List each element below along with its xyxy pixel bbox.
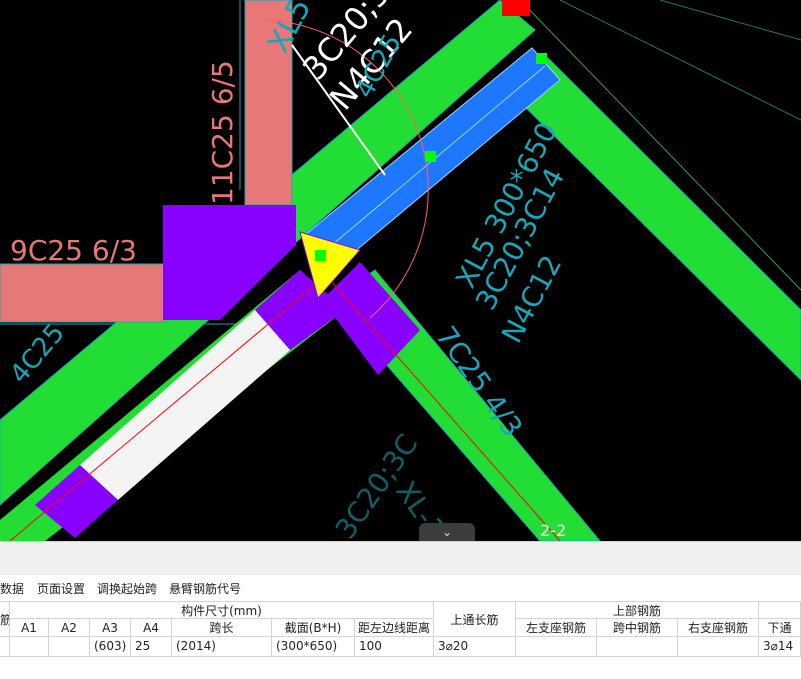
header-a2: A2 bbox=[49, 619, 90, 637]
section-mark: 2-2 bbox=[540, 521, 566, 540]
grip-start[interactable] bbox=[315, 250, 326, 261]
cell-top-continuous[interactable]: 3⌀20 bbox=[434, 637, 516, 657]
header-bottom-continuous: 下通 bbox=[759, 619, 801, 637]
toolbar-swap-start-span-button[interactable]: 调换起始跨 bbox=[97, 580, 157, 597]
header-mid-span: 跨中钢筋 bbox=[597, 619, 678, 637]
header-right-support: 右支座钢筋 bbox=[678, 619, 759, 637]
cell-a4[interactable]: 25 bbox=[131, 637, 172, 657]
cell-a1[interactable] bbox=[10, 637, 49, 657]
label-11c25: 11C25 6/5 bbox=[206, 60, 239, 205]
cell-a2[interactable] bbox=[49, 637, 90, 657]
header-col0: 筋 bbox=[0, 601, 10, 637]
label-9c25: 9C25 6/3 bbox=[10, 234, 137, 267]
construction-line bbox=[519, 0, 801, 291]
chevron-down-icon: ⌄ bbox=[441, 525, 453, 539]
table-toolbar: 数据 页面设置 调换起始跨 悬臂钢筋代号 bbox=[0, 575, 801, 601]
cell-mid-span[interactable] bbox=[597, 637, 678, 657]
header-a4: A4 bbox=[131, 619, 172, 637]
toolbar-data-button[interactable]: 数据 bbox=[0, 580, 24, 597]
drawing-canvas[interactable]: XL5 [ 3C20;3C N4C12 11C25 6/5 9C25 6/3 4… bbox=[0, 0, 801, 541]
toolbar-page-setup-button[interactable]: 页面设置 bbox=[37, 580, 85, 597]
header-span-length: 跨长 bbox=[172, 619, 272, 637]
cell-a3[interactable]: (603) bbox=[90, 637, 131, 657]
cell-section[interactable]: (300*650) bbox=[272, 637, 355, 657]
red-marker bbox=[502, 0, 530, 16]
grip-mid[interactable] bbox=[425, 151, 436, 162]
header-a1: A1 bbox=[10, 619, 49, 637]
header-section: 截面(B*H) bbox=[272, 619, 355, 637]
cell-edge-distance[interactable]: 100 bbox=[355, 637, 434, 657]
panel-splitter[interactable] bbox=[0, 541, 801, 576]
cell-span-length[interactable]: (2014) bbox=[172, 637, 272, 657]
cell-col0[interactable] bbox=[0, 637, 10, 657]
header-top-continuous: 上通长筋 bbox=[434, 601, 516, 637]
beam-diagonal-right[interactable] bbox=[507, 57, 801, 381]
header-component-size: 构件尺寸(mm) bbox=[10, 601, 434, 619]
beam-pink-horizontal[interactable] bbox=[0, 263, 166, 323]
header-edge-distance: 距左边线距离 bbox=[355, 619, 434, 637]
cell-right-support[interactable] bbox=[678, 637, 759, 657]
header-left-support: 左支座钢筋 bbox=[516, 619, 597, 637]
toolbar-cantilever-code-button[interactable]: 悬臂钢筋代号 bbox=[169, 580, 241, 597]
cell-left-support[interactable] bbox=[516, 637, 597, 657]
header-top-rebar: 上部钢筋 bbox=[516, 601, 759, 619]
header-a3: A3 bbox=[90, 619, 131, 637]
collapse-panel-button[interactable]: ⌄ bbox=[419, 523, 475, 541]
grip-end[interactable] bbox=[536, 53, 547, 64]
construction-line bbox=[659, 0, 801, 41]
construction-line bbox=[559, 0, 801, 121]
header-blank bbox=[759, 601, 801, 619]
drawing-svg[interactable]: XL5 [ 3C20;3C N4C12 11C25 6/5 9C25 6/3 4… bbox=[0, 0, 801, 541]
rebar-input-table: 筋 构件尺寸(mm) 上通长筋 上部钢筋 A1 A2 A3 A4 跨长 截面(B… bbox=[0, 601, 801, 679]
cell-bottom-continuous[interactable]: 3⌀14 bbox=[759, 637, 801, 657]
